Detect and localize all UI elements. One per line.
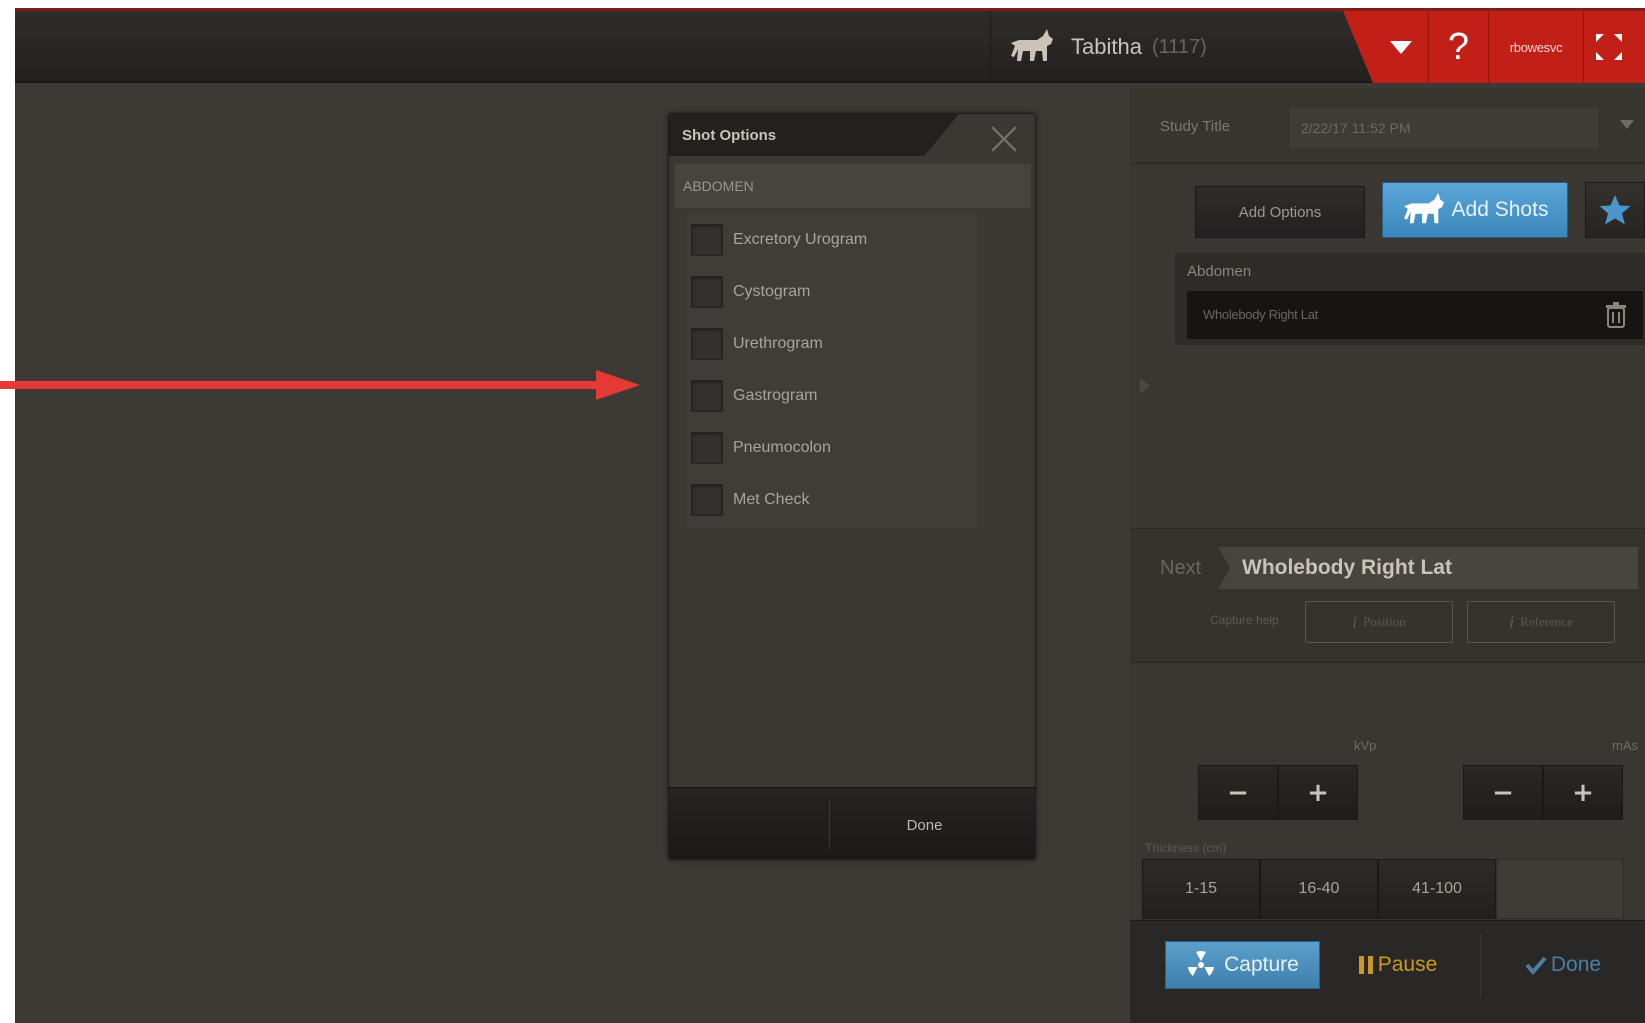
info-icon: i [1509, 611, 1515, 632]
study-title-field[interactable]: 2/22/17 11:52 PM [1288, 106, 1600, 150]
patient-name: Tabitha [1071, 34, 1142, 59]
group-label: Abdomen [1187, 263, 1252, 280]
option-checkbox[interactable] [691, 380, 723, 412]
favorite-button[interactable] [1585, 182, 1645, 238]
study-title-label: Study Title [1160, 118, 1231, 135]
option-cystogram[interactable]: Cystogram [687, 266, 977, 318]
user-menu[interactable]: rbowesvc [1488, 11, 1583, 83]
add-shots-button[interactable]: Add Shots [1382, 182, 1568, 238]
option-pneumocolon[interactable]: Pneumocolon [687, 422, 977, 474]
option-urethrogram[interactable]: Urethrogram [687, 318, 977, 370]
help-button[interactable]: ? [1428, 11, 1488, 83]
thickness-label: Thickness (cm) [1145, 841, 1227, 855]
reference-help-button[interactable]: i Reference [1467, 601, 1615, 643]
mas-decrease-button[interactable]: − [1463, 765, 1543, 820]
thickness-selector: 1-15 16-40 41-100 [1142, 859, 1642, 919]
cat-icon [1403, 192, 1444, 224]
capture-label: Capture [1224, 953, 1299, 976]
reference-label: Reference [1520, 614, 1573, 629]
option-checkbox[interactable] [691, 484, 723, 516]
next-shot-title: Wholebody Right Lat [1242, 556, 1452, 579]
next-label: Next [1160, 557, 1202, 579]
kvp-label: kVp [1354, 738, 1377, 753]
action-bar: Capture Pause Done [1130, 920, 1645, 1023]
option-checkbox[interactable] [691, 224, 723, 256]
option-label: Excretory Urogram [733, 231, 868, 248]
capture-button[interactable]: Capture [1165, 941, 1320, 989]
mas-label: mAs [1612, 738, 1638, 753]
option-label: Urethrogram [733, 335, 823, 352]
next-shot-area: Next Wholebody Right Lat Capture help i … [1130, 528, 1645, 663]
done-label: Done [1550, 953, 1602, 976]
shot-item[interactable]: Wholebody Right Lat [1187, 291, 1643, 339]
add-shots-label: Add Shots [1451, 198, 1549, 221]
header-actions: ? rbowesvc [1343, 11, 1645, 83]
fullscreen-icon [1596, 34, 1622, 60]
option-checkbox[interactable] [691, 432, 723, 464]
option-excretory-urogram[interactable]: Excretory Urogram [687, 214, 977, 266]
shot-group-abdomen: Abdomen Wholebody Right Lat [1175, 253, 1645, 345]
dialog-title-bar: Shot Options [669, 114, 959, 156]
info-icon: i [1352, 611, 1358, 632]
patient-id: (1117) [1151, 35, 1207, 58]
pause-label: Pause [1377, 953, 1438, 976]
position-help-button[interactable]: i Position [1305, 601, 1453, 643]
option-checkbox[interactable] [691, 276, 723, 308]
close-icon[interactable] [989, 124, 1019, 154]
caret-down-icon [1389, 41, 1412, 54]
study-panel: Study Title 2/22/17 11:52 PM Add Options… [1130, 88, 1645, 1023]
option-label: Gastrogram [733, 387, 818, 404]
annotation-arrow-icon [0, 370, 640, 400]
mas-stepper: − + [1463, 765, 1623, 820]
checkmark-icon [1525, 956, 1547, 975]
shot-option-list: Excretory Urogram Cystogram Urethrogram … [687, 214, 977, 529]
star-icon [1599, 195, 1631, 225]
patient-info[interactable]: Tabitha (1117) [990, 11, 1370, 83]
thickness-option[interactable]: 16-40 [1260, 859, 1378, 919]
thickness-option[interactable]: 1-15 [1142, 859, 1260, 919]
dialog-done-button[interactable]: Done [829, 800, 1019, 850]
question-icon: ? [1447, 25, 1470, 68]
option-label: Met Check [733, 491, 810, 508]
study-title-row: Study Title 2/22/17 11:52 PM [1130, 88, 1645, 164]
chevron-down-icon[interactable] [1620, 120, 1634, 129]
option-checkbox[interactable] [691, 328, 723, 360]
fullscreen-button[interactable] [1583, 11, 1645, 83]
dialog-title: Shot Options [682, 127, 777, 144]
add-options-button[interactable]: Add Options [1195, 186, 1365, 238]
capture-help-label: Capture help [1210, 613, 1279, 627]
menu-dropdown-button[interactable] [1373, 11, 1428, 83]
option-label: Pneumocolon [733, 439, 831, 456]
option-gastrogram[interactable]: Gastrogram [687, 370, 977, 422]
app-header: Tabitha (1117) ? rbowesvc [15, 11, 1645, 83]
section-header: ABDOMEN [675, 164, 1031, 208]
mas-increase-button[interactable]: + [1543, 765, 1623, 820]
app-screen: Tabitha (1117) ? rbowesvc Shot Options A… [15, 8, 1645, 1023]
expand-arrow-icon[interactable] [1140, 378, 1150, 394]
kvp-increase-button[interactable]: + [1278, 765, 1358, 820]
kvp-decrease-button[interactable]: − [1198, 765, 1278, 820]
done-button[interactable]: Done [1480, 933, 1645, 997]
pause-icon [1358, 956, 1373, 974]
shot-label: Wholebody Right Lat [1203, 307, 1318, 322]
thickness-blank [1496, 859, 1624, 919]
pause-button[interactable]: Pause [1320, 941, 1475, 989]
option-label: Cystogram [733, 283, 811, 300]
dialog-footer: Done [669, 787, 1035, 859]
option-met-check[interactable]: Met Check [687, 474, 977, 526]
thickness-option[interactable]: 41-100 [1378, 859, 1496, 919]
user-name: rbowesvc [1509, 39, 1563, 55]
radiation-icon [1188, 951, 1215, 976]
position-label: Position [1363, 614, 1406, 629]
section-label: ABDOMEN [683, 178, 754, 194]
next-shot-banner: Wholebody Right Lat [1218, 547, 1638, 589]
trash-icon[interactable] [1605, 302, 1627, 328]
shot-options-dialog: Shot Options ABDOMEN Excretory Urogram C… [668, 113, 1036, 860]
cat-icon [1011, 29, 1053, 61]
kvp-stepper: − + [1198, 765, 1358, 820]
